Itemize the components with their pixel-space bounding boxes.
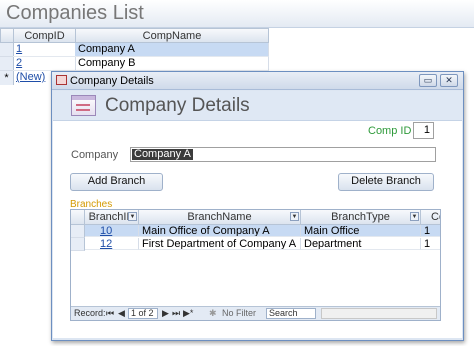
row-selector[interactable] [0, 43, 14, 57]
column-header-label: BranchType [331, 211, 390, 223]
branchtype-cell[interactable]: Main Office [301, 225, 421, 237]
table-row[interactable]: 2 [13, 57, 76, 71]
select-all-corner[interactable] [71, 210, 85, 225]
company-details-window: Company Details ▭ ✕ Company Details Comp… [51, 71, 464, 341]
column-header-compname[interactable]: CompName [75, 28, 269, 43]
row-selector[interactable] [71, 238, 85, 251]
comp-id-label: Comp ID [368, 125, 412, 137]
companies-list-header: Companies List [0, 0, 474, 28]
column-header-branchid[interactable]: BranchID ▼ [85, 210, 139, 225]
new-row-marker[interactable]: * [0, 71, 14, 85]
branches-subform: BranchID ▼ BranchName ▼ BranchType ▼ Com… [70, 209, 441, 321]
company-label: Company [71, 149, 119, 161]
compid-link[interactable]: 1 [16, 43, 22, 55]
chevron-down-icon[interactable]: ▼ [290, 212, 299, 221]
company-field[interactable]: Company A [130, 147, 436, 162]
first-record-icon[interactable]: ⏮ [106, 307, 114, 320]
new-record-link[interactable]: (New) [16, 71, 45, 83]
current-record-field[interactable]: 1 of 2 [128, 308, 158, 319]
row-selector[interactable] [71, 225, 85, 238]
next-record-icon[interactable]: ▶ [162, 307, 169, 320]
window-title: Company Details [70, 75, 154, 87]
compid-link[interactable]: 2 [16, 57, 22, 69]
window-titlebar[interactable]: Company Details ▭ ✕ [52, 72, 463, 90]
companies-list-title: Companies List [6, 2, 144, 24]
column-header-branchname[interactable]: BranchName ▼ [139, 210, 301, 225]
column-header-branchtype[interactable]: BranchType ▼ [301, 210, 421, 225]
branchid-link[interactable]: 10 [88, 225, 112, 236]
table-row[interactable]: 10 [85, 225, 139, 237]
select-all-corner[interactable] [0, 28, 14, 43]
chevron-down-icon[interactable]: ▼ [128, 212, 137, 221]
form-header-title: Company Details [105, 95, 250, 116]
branchname-cell[interactable]: First Department of Company A [139, 238, 301, 250]
last-record-icon[interactable]: ⏭ [172, 307, 180, 320]
search-input[interactable]: Search [266, 308, 316, 319]
record-label: Record: [74, 308, 106, 318]
add-branch-button[interactable]: Add Branch [70, 173, 163, 191]
branchid-link[interactable]: 12 [88, 238, 112, 249]
previous-record-icon[interactable]: ◀ [118, 307, 125, 320]
company-field-value: Company A [132, 148, 193, 160]
comp-id-field[interactable]: 1 [413, 122, 434, 139]
column-header-comp[interactable]: Comp [421, 210, 440, 225]
chevron-down-icon[interactable]: ▼ [410, 212, 419, 221]
close-icon[interactable]: ✕ [440, 74, 458, 87]
filter-icon[interactable]: ✱ [209, 307, 217, 320]
compname-cell[interactable]: Company B [75, 57, 269, 71]
row-selector[interactable] [0, 57, 14, 71]
new-record-icon[interactable]: ▶* [183, 307, 193, 320]
column-header-label: BranchName [187, 211, 252, 223]
comp-cell[interactable]: 1 [421, 225, 440, 237]
horizontal-scrollbar[interactable] [321, 308, 437, 319]
filter-label[interactable]: No Filter [222, 307, 256, 320]
form-body: Company Details Comp ID 1 Company Compan… [53, 91, 462, 338]
restore-icon[interactable]: ▭ [419, 74, 437, 87]
form-header-icon [71, 95, 96, 116]
table-row[interactable]: 1 [13, 43, 76, 57]
table-row[interactable]: 12 [85, 238, 139, 250]
delete-branch-button[interactable]: Delete Branch [338, 173, 434, 191]
branchname-cell[interactable]: Main Office of Company A [139, 225, 301, 237]
column-header-compid[interactable]: CompID [13, 28, 76, 43]
form-header: Company Details [53, 91, 462, 121]
comp-cell[interactable]: 1 [421, 238, 440, 250]
record-navigation-bar: Record: ⏮ ◀ 1 of 2 ▶ ⏭ ▶* ✱ No Filter Se… [71, 306, 440, 320]
compname-cell[interactable]: Company A [75, 43, 269, 57]
form-icon [56, 75, 67, 85]
branchtype-cell[interactable]: Department [301, 238, 421, 250]
